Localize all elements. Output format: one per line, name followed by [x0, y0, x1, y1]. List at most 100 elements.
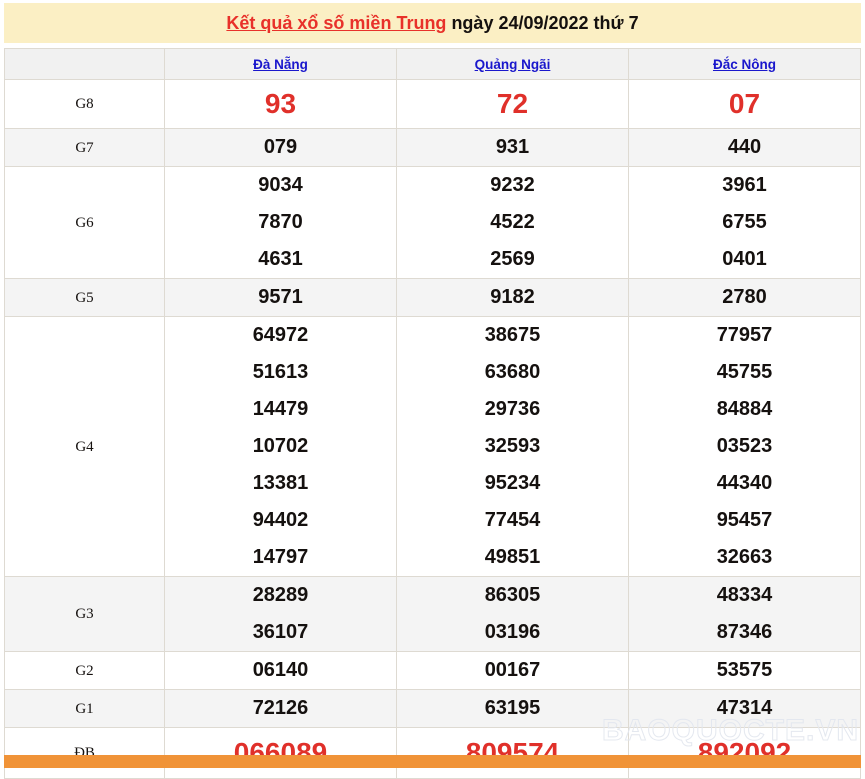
prize-label-g8: G8 [4, 79, 165, 129]
prize-cell-g1-da-nang: 72126 [164, 689, 397, 728]
prize-number-line: 38675 [484, 324, 541, 346]
prize-cell-g3-dac-nong: 48334 87346 [628, 576, 861, 652]
province-link-dac-nong[interactable]: Đắc Nông [713, 57, 776, 72]
prize-label-g3: G3 [4, 576, 165, 652]
prize-cell-g1-quang-ngai: 63195 [396, 689, 629, 728]
prize-label-g6: G6 [4, 166, 165, 279]
prize-label-text: G6 [75, 214, 94, 231]
prize-numbers: 06140 [165, 652, 396, 689]
prize-numbers: 2780 [629, 279, 860, 316]
prize-numbers: 9232 4522 2569 [397, 167, 628, 278]
province-link-quang-ngai[interactable]: Quảng Ngãi [475, 57, 551, 72]
prize-cell-g3-da-nang: 28289 36107 [164, 576, 397, 652]
table-header-row: Đà Nẵng Quảng Ngãi Đắc Nông [4, 48, 861, 80]
prize-cell-g4-quang-ngai: 38675 63680 29736 32593 95234 77454 49851 [396, 316, 629, 577]
prize-numbers: 93 [165, 81, 396, 127]
prize-number-line: 0401 [722, 248, 767, 270]
prize-cell-g7-dac-nong: 440 [628, 128, 861, 167]
prize-number-line: 49851 [484, 546, 541, 568]
prize-number-line: 079 [263, 136, 298, 158]
header-province-dac-nong: Đắc Nông [628, 48, 861, 80]
prize-number-line: 29736 [484, 398, 541, 420]
prize-cell-g5-dac-nong: 2780 [628, 278, 861, 317]
prize-numbers: 77957 45755 84884 03523 44340 95457 32663 [629, 317, 860, 576]
prize-number-line: 63680 [484, 361, 541, 383]
prize-number-line: 77454 [484, 509, 541, 531]
prize-numbers: 72126 [165, 690, 396, 727]
prize-numbers: 63195 [397, 690, 628, 727]
table-row-g2: G2 06140 00167 53575 [4, 651, 861, 690]
prize-cell-g6-da-nang: 9034 7870 4631 [164, 166, 397, 279]
prize-numbers: 72 [397, 81, 628, 127]
prize-cell-db-dac-nong: 892092 [628, 727, 861, 779]
prize-cell-g7-quang-ngai: 931 [396, 128, 629, 167]
prize-label-g1: G1 [4, 689, 165, 728]
prize-numbers: 440 [629, 129, 860, 166]
prize-label-g4: G4 [4, 316, 165, 577]
prize-numbers: 931 [397, 129, 628, 166]
prize-number-line: 14797 [252, 546, 309, 568]
prize-number-line: 931 [495, 136, 530, 158]
prize-number-line: 72 [496, 88, 529, 119]
prize-cell-g3-quang-ngai: 86305 03196 [396, 576, 629, 652]
page-title-date: ngày 24/09/2022 thứ 7 [446, 12, 639, 33]
page-title: Kết quả xổ số miền Trung ngày 24/09/2022… [226, 13, 638, 34]
prize-number-line: 07 [728, 88, 761, 119]
prize-label-text: G7 [75, 139, 94, 156]
prize-cell-g5-quang-ngai: 9182 [396, 278, 629, 317]
prize-number-line: 64972 [252, 324, 309, 346]
prize-numbers: 07 [629, 81, 860, 127]
prize-numbers: 47314 [629, 690, 860, 727]
prize-numbers: 86305 03196 [397, 577, 628, 651]
prize-numbers: 9182 [397, 279, 628, 316]
table-row-g5: G5 9571 9182 2780 [4, 278, 861, 317]
prize-cell-g8-quang-ngai: 72 [396, 79, 629, 129]
prize-cell-g2-dac-nong: 53575 [628, 651, 861, 690]
prize-numbers: 53575 [629, 652, 860, 689]
province-link-da-nang[interactable]: Đà Nẵng [253, 57, 308, 72]
prize-label-text: G4 [75, 438, 94, 455]
prize-number-line: 9232 [490, 174, 535, 196]
prize-number-line: 9034 [258, 174, 303, 196]
prize-number-line: 6755 [722, 211, 767, 233]
prize-cell-g5-da-nang: 9571 [164, 278, 397, 317]
header-province-quang-ngai: Quảng Ngãi [396, 48, 629, 80]
prize-cell-g6-dac-nong: 3961 6755 0401 [628, 166, 861, 279]
prize-number-line: 51613 [252, 361, 309, 383]
prize-number-line: 10702 [252, 435, 309, 457]
prize-cell-g4-dac-nong: 77957 45755 84884 03523 44340 95457 32663 [628, 316, 861, 577]
prize-number-line: 4522 [490, 211, 535, 233]
table-row-g3: G3 28289 36107 86305 03196 48334 87346 [4, 576, 861, 652]
prize-numbers: 38675 63680 29736 32593 95234 77454 49851 [397, 317, 628, 576]
prize-number-line: 4631 [258, 248, 303, 270]
footer-accent-bar [4, 755, 861, 768]
prize-label-text: G2 [75, 662, 94, 679]
prize-cell-g7-da-nang: 079 [164, 128, 397, 167]
prize-numbers: 00167 [397, 652, 628, 689]
page-title-banner: Kết quả xổ số miền Trung ngày 24/09/2022… [4, 3, 861, 43]
prize-number-line: 72126 [252, 697, 309, 719]
prize-cell-g6-quang-ngai: 9232 4522 2569 [396, 166, 629, 279]
prize-number-line: 440 [727, 136, 762, 158]
prize-number-line: 32663 [716, 546, 773, 568]
prize-number-line: 53575 [716, 659, 773, 681]
prize-cell-g1-dac-nong: 47314 [628, 689, 861, 728]
prize-cell-db-da-nang: 066089 [164, 727, 397, 779]
prize-label-g7: G7 [4, 128, 165, 167]
prize-number-line: 48334 [716, 584, 773, 606]
prize-number-line: 94402 [252, 509, 309, 531]
table-row-g4: G4 64972 51613 14479 10702 13381 94402 14797 3… [4, 316, 861, 577]
table-row-db: ĐB 066089 809574 892092 [4, 727, 861, 779]
prize-number-line: 14479 [252, 398, 309, 420]
prize-number-line: 36107 [252, 621, 309, 643]
table-row-g1: G1 72126 63195 47314 [4, 689, 861, 728]
prize-label-text: G3 [75, 606, 94, 622]
table-row-g6: G6 9034 7870 4631 9232 4522 2569 3961 6755 040… [4, 166, 861, 279]
table-row-g7: G7 079 931 440 [4, 128, 861, 167]
prize-number-line: 87346 [716, 621, 773, 643]
lottery-results-table: Đà Nẵng Quảng Ngãi Đắc Nông G8 93 72 07 … [4, 48, 861, 779]
prize-number-line: 06140 [252, 659, 309, 681]
prize-number-line: 63195 [484, 697, 541, 719]
prize-numbers: 48334 87346 [629, 577, 860, 651]
prize-number-line: 93 [264, 88, 297, 119]
